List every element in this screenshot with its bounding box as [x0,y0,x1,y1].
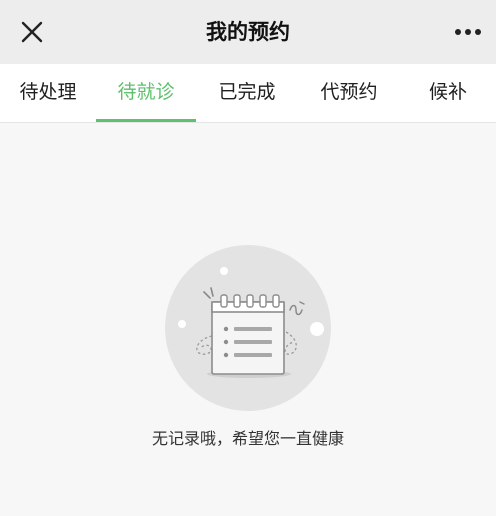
empty-calendar-notepad-icon [164,244,332,412]
empty-state: 无记录哦，希望您一直健康 [0,123,496,516]
close-button[interactable] [14,14,50,50]
active-tab-indicator [96,119,196,122]
empty-state-message: 无记录哦，希望您一直健康 [151,429,344,448]
close-icon [21,21,43,43]
tab-awaiting-visit[interactable]: 待就诊 [96,64,196,122]
tab-pending[interactable]: 待处理 [0,64,96,122]
tab-proxy-booking[interactable]: 代预约 [298,64,400,122]
tab-completed[interactable]: 已完成 [196,64,298,122]
top-navigation-bar: 我的预约 [0,0,496,64]
more-options-button[interactable] [448,14,488,50]
tab-waitlist[interactable]: 候补 [400,64,496,122]
more-horizontal-icon [455,29,481,35]
page-title: 我的预约 [206,20,290,44]
appointment-status-tabs: 待处理 待就诊 已完成 代预约 候补 [0,64,496,123]
